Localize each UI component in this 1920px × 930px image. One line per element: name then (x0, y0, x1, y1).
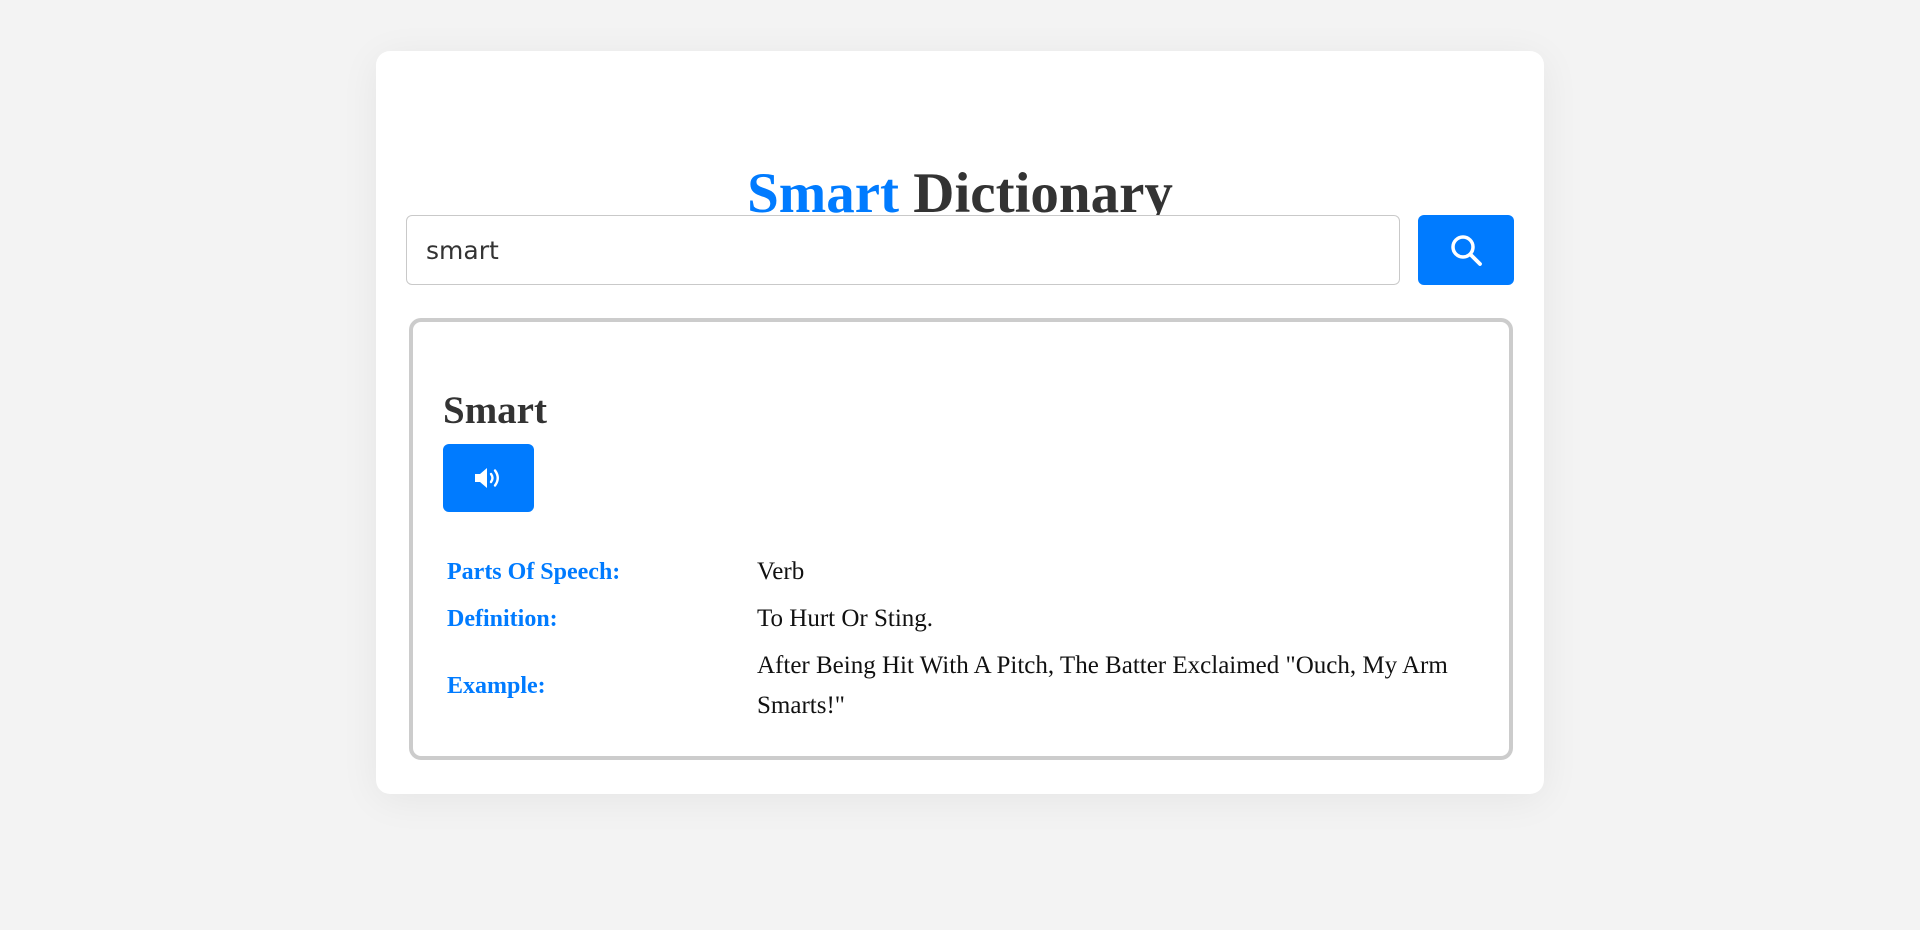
detail-value: Verb (757, 558, 805, 585)
result-panel: Smart Parts Of Speech: Verb Definition: … (409, 318, 1513, 760)
detail-row-parts-of-speech: Parts Of Speech: Verb (447, 552, 1477, 592)
dictionary-card: Smart Dictionary Smart Parts Of Speech: … (376, 51, 1544, 794)
detail-value: After Being Hit With A Pitch, The Batter… (757, 652, 1448, 719)
pronunciation-button[interactable] (443, 444, 534, 512)
detail-label: Definition: (447, 605, 558, 632)
search-icon (1451, 235, 1482, 266)
volume-icon (474, 468, 499, 488)
detail-label: Example: (447, 672, 546, 699)
detail-row-definition: Definition: To Hurt Or Sting. (447, 599, 1477, 639)
detail-value: To Hurt Or Sting. (757, 605, 934, 632)
detail-row-example: Example: After Being Hit With A Pitch, T… (447, 646, 1477, 726)
search-button[interactable] (1418, 215, 1514, 285)
detail-label: Parts Of Speech: (447, 558, 621, 585)
search-input[interactable] (406, 215, 1400, 285)
word-title: Smart (443, 389, 547, 432)
app-title: Smart Dictionary (376, 165, 1544, 222)
